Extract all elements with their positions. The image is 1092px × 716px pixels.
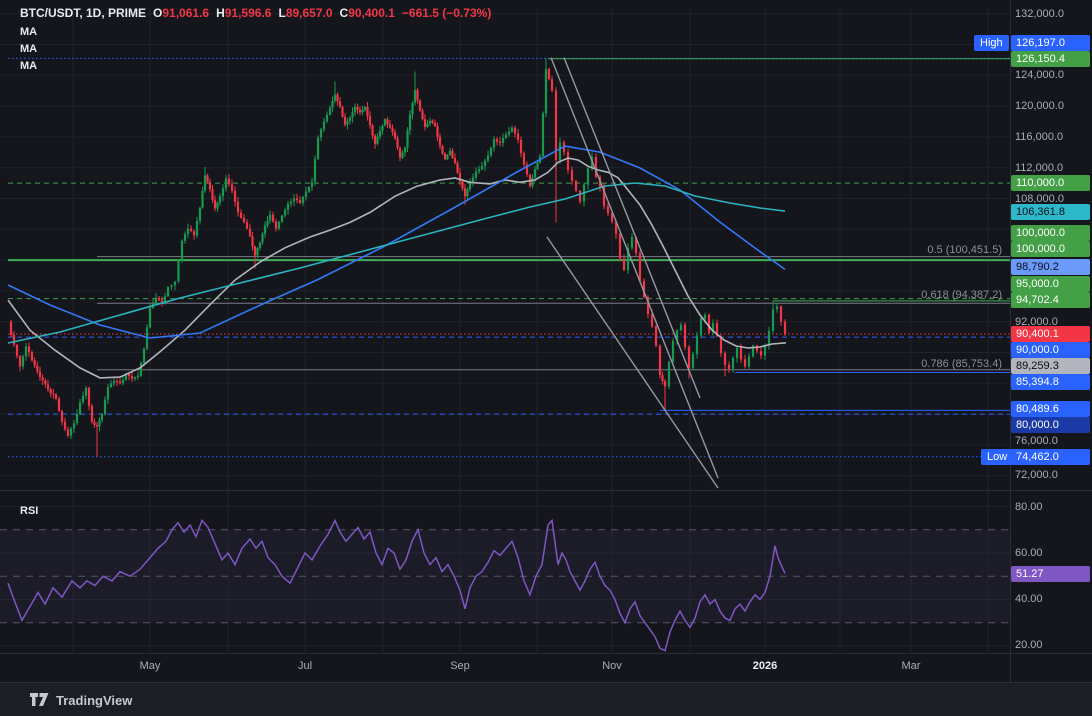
price-axis-label: 132,000.0: [1015, 8, 1064, 20]
tradingview-logo-icon: [30, 693, 49, 707]
price-axis-label: 85,394.8: [1011, 374, 1090, 390]
price-axis-label: 106,361.8: [1011, 204, 1090, 220]
pane-separator[interactable]: [0, 490, 1092, 491]
bottom-toolbar: TradingView: [0, 682, 1092, 716]
open-value: 91,061.6: [162, 6, 209, 20]
low-marker-chip: Low: [981, 449, 1013, 465]
trading-chart-window: BTC/USDT, 1D, PRIMEO91,061.6H91,596.6L89…: [0, 0, 1092, 716]
trendline-drawings[interactable]: [547, 58, 718, 488]
price-axis-label: 94,702.4: [1011, 292, 1090, 308]
price-axis-label: 120,000.0: [1015, 100, 1064, 112]
low-value: 89,657.0: [286, 6, 333, 20]
time-axis-label: Nov: [602, 660, 622, 672]
tradingview-logo-text: TradingView: [56, 693, 132, 708]
price-axis-label: 72,000.0: [1015, 469, 1058, 481]
ma-indicator-label-2[interactable]: MA: [20, 43, 37, 55]
time-axis-label: Jul: [298, 660, 312, 672]
price-axis-label: 98,790.2: [1011, 259, 1090, 275]
price-axis-label: 126,150.4: [1011, 51, 1090, 67]
symbol-title[interactable]: BTC/USDT, 1D, PRIME: [20, 6, 146, 20]
price-axis-label: 89,259.3: [1011, 358, 1090, 374]
symbol-header: BTC/USDT, 1D, PRIME O91,061.6 H91,596.6 L89…: [20, 6, 491, 20]
price-axis-label: 112,000.0: [1015, 162, 1063, 174]
price-axis-label: 126,197.0: [1011, 35, 1090, 51]
price-axis-label: 124,000.0: [1015, 69, 1064, 81]
high-label: H: [216, 6, 225, 20]
price-axis-label: 110,000.0: [1011, 175, 1090, 191]
time-axis-separator: [0, 653, 1092, 654]
price-axis-label: 74,462.0: [1011, 449, 1090, 465]
rsi-axis-label: 51.27: [1011, 566, 1090, 582]
price-axis-label: 80,489.6: [1011, 401, 1090, 417]
time-axis-label: Sep: [450, 660, 470, 672]
rsi-axis-label: 40.00: [1015, 593, 1043, 605]
fib-level-label: 0.618 (94,387.2): [921, 289, 1002, 301]
fib-level-label: 0.786 (85,753.4): [921, 358, 1002, 370]
tradingview-logo[interactable]: TradingView: [30, 693, 132, 708]
time-axis-label: 2026: [753, 660, 777, 672]
price-axis-label: 90,400.1: [1011, 326, 1090, 342]
rsi-pane: [0, 520, 1010, 650]
price-axis-label: 100,000.0: [1011, 241, 1090, 257]
rsi-axis-label: 20.00: [1015, 639, 1043, 651]
fib-level-label: 0.5 (100,451.5): [927, 244, 1002, 256]
price-axis-label: 90,000.0: [1011, 342, 1090, 358]
price-level-lines[interactable]: [8, 58, 1010, 456]
open-label: O: [153, 6, 162, 20]
close-value: 90,400.1: [348, 6, 395, 20]
price-axis-label: 100,000.0: [1011, 225, 1090, 241]
low-label: L: [278, 6, 285, 20]
price-axis-label: 95,000.0: [1011, 276, 1090, 292]
ma-indicator-label-1[interactable]: MA: [20, 26, 37, 38]
ma-indicator-label-3[interactable]: MA: [20, 60, 37, 72]
change-value: −661.5 (−0.73%): [402, 6, 491, 20]
close-label: C: [340, 6, 349, 20]
moving-average-lines[interactable]: [8, 146, 786, 378]
price-axis-label: 76,000.0: [1015, 435, 1058, 447]
rsi-axis-label: 80.00: [1015, 501, 1043, 513]
rsi-axis-label: 60.00: [1015, 547, 1043, 559]
time-axis-label: May: [140, 660, 161, 672]
rsi-indicator-label[interactable]: RSI: [20, 505, 38, 517]
high-value: 91,596.6: [225, 6, 272, 20]
price-axis-label: 80,000.0: [1011, 417, 1090, 433]
MA-gray: [8, 158, 786, 378]
time-axis-label: Mar: [902, 660, 921, 672]
high-marker-chip: High: [974, 35, 1009, 51]
price-axis-label: 116,000.0: [1015, 131, 1063, 143]
